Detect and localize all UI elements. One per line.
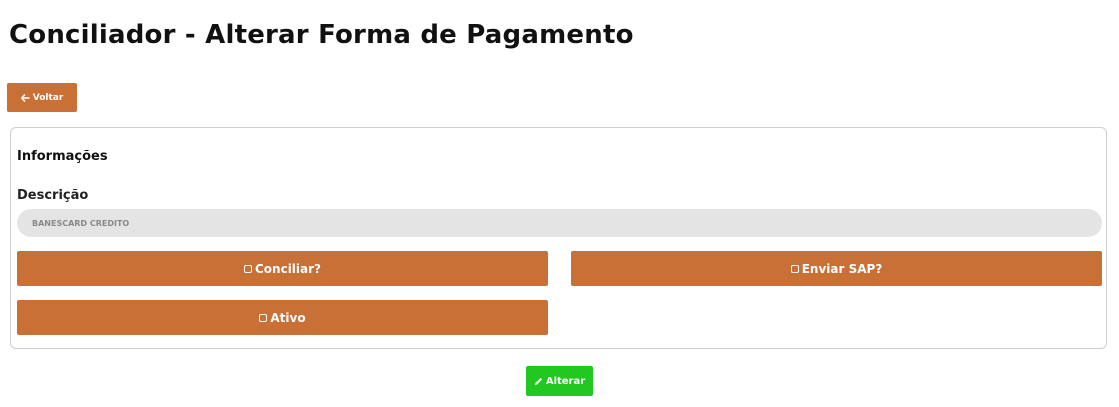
- section-title: Informações: [17, 149, 108, 164]
- ativo-toggle-button[interactable]: Ativo: [17, 300, 548, 335]
- description-label: Descrição: [17, 188, 89, 203]
- page-title: Conciliador - Alterar Forma de Pagamento: [9, 20, 634, 50]
- back-button-label: Voltar: [32, 92, 64, 103]
- arrow-left-icon: [20, 93, 30, 102]
- alterar-button-label: Alterar: [545, 375, 586, 387]
- alterar-button[interactable]: Alterar: [526, 366, 593, 396]
- description-input[interactable]: [17, 209, 1102, 237]
- ativo-label: Ativo: [270, 310, 306, 325]
- checkbox-unchecked-icon: [243, 264, 252, 273]
- checkbox-unchecked-icon: [790, 264, 799, 273]
- checkbox-unchecked-icon: [259, 313, 268, 322]
- conciliar-label: Conciliar?: [254, 261, 322, 276]
- enviar-sap-label: Enviar SAP?: [801, 261, 883, 276]
- back-button[interactable]: Voltar: [7, 83, 77, 112]
- pencil-icon: [534, 377, 543, 386]
- enviar-sap-toggle-button[interactable]: Enviar SAP?: [571, 251, 1102, 286]
- conciliar-toggle-button[interactable]: Conciliar?: [17, 251, 548, 286]
- info-panel: Informações Descrição Conciliar? Enviar …: [10, 127, 1107, 349]
